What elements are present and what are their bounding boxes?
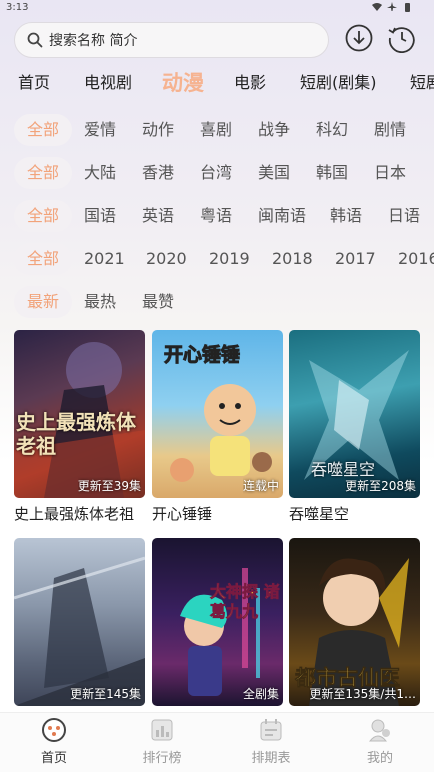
filter-year: 全部 2021 2020 2019 2018 2017 2016 (0, 243, 434, 275)
card-title: 吞噬星空 (289, 505, 350, 523)
profile-icon (368, 719, 390, 742)
status-icons (372, 2, 412, 12)
nav-ranking[interactable]: 排行榜 (122, 717, 202, 766)
chip-language[interactable]: 粤语 (200, 200, 232, 232)
tab-movie[interactable]: 电影 (234, 66, 266, 100)
tab-short-drama-series[interactable]: 短剧(剧集) (300, 66, 377, 100)
video-card[interactable]: 更新至145集 (14, 538, 145, 711)
chip-region-all[interactable]: 全部 (14, 157, 72, 189)
chip-year[interactable]: 2016 (398, 243, 434, 275)
poster-text: 大神探 诸葛九九 (210, 582, 280, 622)
chip-language-all[interactable]: 全部 (14, 200, 72, 232)
nav-label: 排行榜 (142, 751, 182, 766)
chip-genre[interactable]: 战争 (258, 114, 290, 146)
ranking-icon (151, 719, 173, 741)
video-card[interactable]: 大神探 诸葛九九 全剧集 (152, 538, 283, 711)
chip-language[interactable]: 闽南语 (258, 200, 306, 232)
search-icon (27, 32, 43, 48)
poster-text: 开心锤锤 (163, 344, 241, 367)
chip-genre-all[interactable]: 全部 (14, 114, 72, 146)
nav-label: 我的 (366, 751, 393, 766)
tab-tv[interactable]: 电视剧 (84, 66, 132, 100)
tab-anime[interactable]: 动漫 (162, 66, 204, 100)
chip-language[interactable]: 英语 (142, 200, 174, 232)
chip-sort-liked[interactable]: 最赞 (142, 286, 174, 318)
chip-year[interactable]: 2020 (146, 243, 187, 275)
chip-region[interactable]: 韩国 (316, 157, 348, 189)
chip-year-all[interactable]: 全部 (14, 243, 72, 275)
home-icon (42, 718, 66, 742)
chip-language[interactable]: 国语 (84, 200, 116, 232)
status-bar: 3:13 (0, 0, 434, 18)
chip-sort-hot[interactable]: 最热 (84, 286, 116, 318)
wifi-icon (372, 3, 382, 11)
poster-image: 开心锤锤 连载中 (152, 330, 283, 498)
episode-badge: 连载中 (242, 479, 279, 493)
poster-text: 史上最强炼体老祖 (16, 410, 136, 458)
filter-region: 全部 大陆 香港 台湾 美国 韩国 日本 (0, 157, 434, 189)
search-placeholder: 搜索名称 简介 (49, 33, 138, 49)
chip-region[interactable]: 大陆 (84, 157, 116, 189)
bottom-nav: 首页 排行榜 排期表 我的 (0, 712, 434, 772)
nav-label: 排期表 (251, 751, 291, 766)
episode-badge: 全剧集 (242, 687, 279, 701)
download-icon[interactable] (344, 23, 374, 53)
battery-icon (405, 3, 410, 12)
card-title: 史上最强炼体老祖 (14, 505, 135, 523)
chip-genre[interactable]: 爱情 (84, 114, 116, 146)
filter-language: 全部 国语 英语 粤语 闽南语 韩语 日语 (0, 200, 434, 232)
chip-year[interactable]: 2019 (209, 243, 250, 275)
video-card[interactable]: 吞噬星空 更新至208集 吞噬星空 (289, 330, 420, 524)
main-tabs: 首页 电视剧 动漫 电影 短剧(剧集) 短剧 (0, 66, 434, 100)
episode-badge: 更新至39集 (77, 479, 141, 493)
video-card[interactable]: 开心锤锤 连载中 开心锤锤 (152, 330, 283, 524)
video-card[interactable]: 史上最强炼体老祖 更新至39集 史上最强炼体老祖 (14, 330, 145, 524)
chip-region[interactable]: 香港 (142, 157, 174, 189)
nav-mine[interactable]: 我的 (340, 717, 420, 766)
chip-sort-latest[interactable]: 最新 (14, 286, 72, 318)
nav-home[interactable]: 首页 (14, 717, 94, 766)
history-icon[interactable] (387, 23, 417, 54)
episode-badge: 更新至135集/共1… (309, 687, 416, 701)
tab-short-drama[interactable]: 短剧 (410, 66, 434, 100)
nav-schedule[interactable]: 排期表 (231, 717, 311, 766)
episode-badge: 更新至208集 (345, 479, 416, 493)
airplane-icon (387, 2, 397, 11)
chip-year[interactable]: 2018 (272, 243, 313, 275)
chip-language[interactable]: 韩语 (330, 200, 362, 232)
chip-genre[interactable]: 科幻 (316, 114, 348, 146)
poster-image: 都市古仙医 更新至135集/共1… (289, 538, 420, 706)
poster-image: 史上最强炼体老祖 更新至39集 (14, 330, 145, 498)
filter-sort: 最新 最热 最赞 (0, 286, 434, 318)
chip-year[interactable]: 2021 (84, 243, 125, 275)
chip-language[interactable]: 日语 (388, 200, 420, 232)
chip-region[interactable]: 台湾 (200, 157, 232, 189)
nav-label: 首页 (40, 751, 67, 766)
poster-image: 更新至145集 (14, 538, 145, 706)
poster-art (180, 568, 260, 696)
poster-image: 吞噬星空 更新至208集 (289, 330, 420, 498)
poster-art (14, 556, 145, 706)
chip-genre[interactable]: 剧情 (374, 114, 406, 146)
search-row: 搜索名称 简介 (14, 22, 424, 58)
filter-genre: 全部 爱情 动作 喜剧 战争 科幻 剧情 (0, 114, 434, 146)
chip-region[interactable]: 美国 (258, 157, 290, 189)
status-time: 3:13 (6, 2, 29, 13)
chip-year[interactable]: 2017 (335, 243, 376, 275)
chip-genre[interactable]: 动作 (142, 114, 174, 146)
poster-image: 大神探 诸葛九九 全剧集 (152, 538, 283, 706)
chip-region[interactable]: 日本 (374, 157, 406, 189)
chip-genre[interactable]: 喜剧 (200, 114, 232, 146)
search-input[interactable]: 搜索名称 简介 (14, 22, 329, 58)
tab-home[interactable]: 首页 (18, 66, 50, 100)
episode-badge: 更新至145集 (70, 687, 141, 701)
calendar-icon (260, 719, 282, 741)
video-card[interactable]: 都市古仙医 更新至135集/共1… (289, 538, 420, 711)
card-title: 开心锤锤 (152, 505, 213, 523)
